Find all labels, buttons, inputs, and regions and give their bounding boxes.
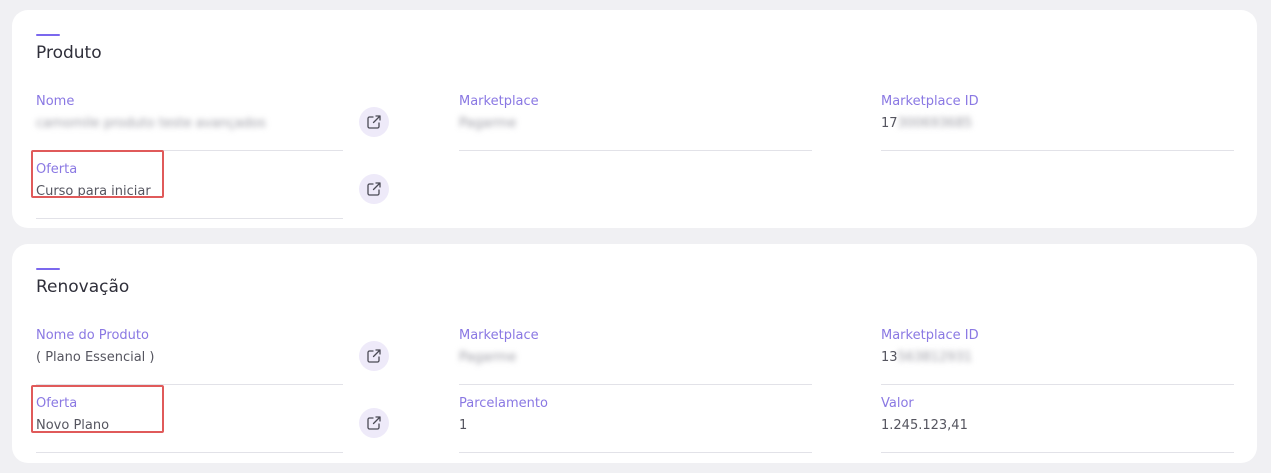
field-value-oferta: Novo Plano [36, 418, 110, 433]
field-nome-produto: Nome do Produto ( Plano Essencial ) [36, 328, 343, 385]
open-oferta-button[interactable] [359, 174, 389, 204]
field-marketplace-id: Marketplace ID 17300693685 [881, 94, 1234, 151]
field-oferta: Oferta Curso para iniciar [36, 162, 343, 219]
external-link-icon [367, 182, 381, 196]
field-label-parcelamento: Parcelamento [459, 396, 548, 411]
open-nome-produto-button[interactable] [359, 341, 389, 371]
field-label-oferta: Oferta [36, 396, 78, 411]
field-label-nome: Nome [36, 94, 75, 109]
field-label-marketplace-id: Marketplace ID [881, 94, 979, 109]
field-marketplace: Marketplace Pagarme [459, 94, 812, 151]
section-title-produto: Produto [36, 43, 102, 63]
field-value-parcelamento: 1 [459, 418, 468, 433]
field-label-valor: Valor [881, 396, 914, 411]
field-label-marketplace: Marketplace [459, 94, 539, 109]
field-valor: Valor 1.245.123,41 [881, 396, 1234, 453]
field-label-marketplace-id: Marketplace ID [881, 328, 979, 343]
field-value-nome: camomile produto teste avançados [36, 116, 266, 131]
renovacao-card: Renovação Nome do Produto ( Plano Essenc… [12, 244, 1257, 463]
external-link-icon [367, 416, 381, 430]
marketplace-id-hidden: 300693685 [897, 116, 972, 131]
marketplace-id-hidden: 563812931 [897, 350, 972, 365]
external-link-icon [367, 349, 381, 363]
open-nome-button[interactable] [359, 107, 389, 137]
external-link-icon [367, 115, 381, 129]
field-marketplace-id: Marketplace ID 13563812931 [881, 328, 1234, 385]
field-label-oferta: Oferta [36, 162, 78, 177]
section-accent-bar [36, 34, 60, 36]
marketplace-id-visible: 17 [881, 116, 898, 131]
field-value-nome-produto: ( Plano Essencial ) [36, 350, 155, 365]
marketplace-id-visible: 13 [881, 350, 898, 365]
field-marketplace: Marketplace Pagarme [459, 328, 812, 385]
field-value-marketplace-id: 13563812931 [881, 350, 972, 365]
field-nome: Nome camomile produto teste avançados [36, 94, 343, 151]
field-value-marketplace: Pagarme [459, 350, 517, 365]
field-parcelamento: Parcelamento 1 [459, 396, 812, 453]
open-oferta-button[interactable] [359, 408, 389, 438]
produto-card: Produto Nome camomile produto teste avan… [12, 10, 1257, 228]
field-oferta: Oferta Novo Plano [36, 396, 343, 453]
field-value-marketplace-id: 17300693685 [881, 116, 972, 131]
field-value-oferta: Curso para iniciar [36, 184, 151, 199]
section-accent-bar [36, 268, 60, 270]
field-label-nome-produto: Nome do Produto [36, 328, 149, 343]
section-title-renovacao: Renovação [36, 277, 130, 297]
field-label-marketplace: Marketplace [459, 328, 539, 343]
field-value-valor: 1.245.123,41 [881, 418, 968, 433]
field-value-marketplace: Pagarme [459, 116, 517, 131]
